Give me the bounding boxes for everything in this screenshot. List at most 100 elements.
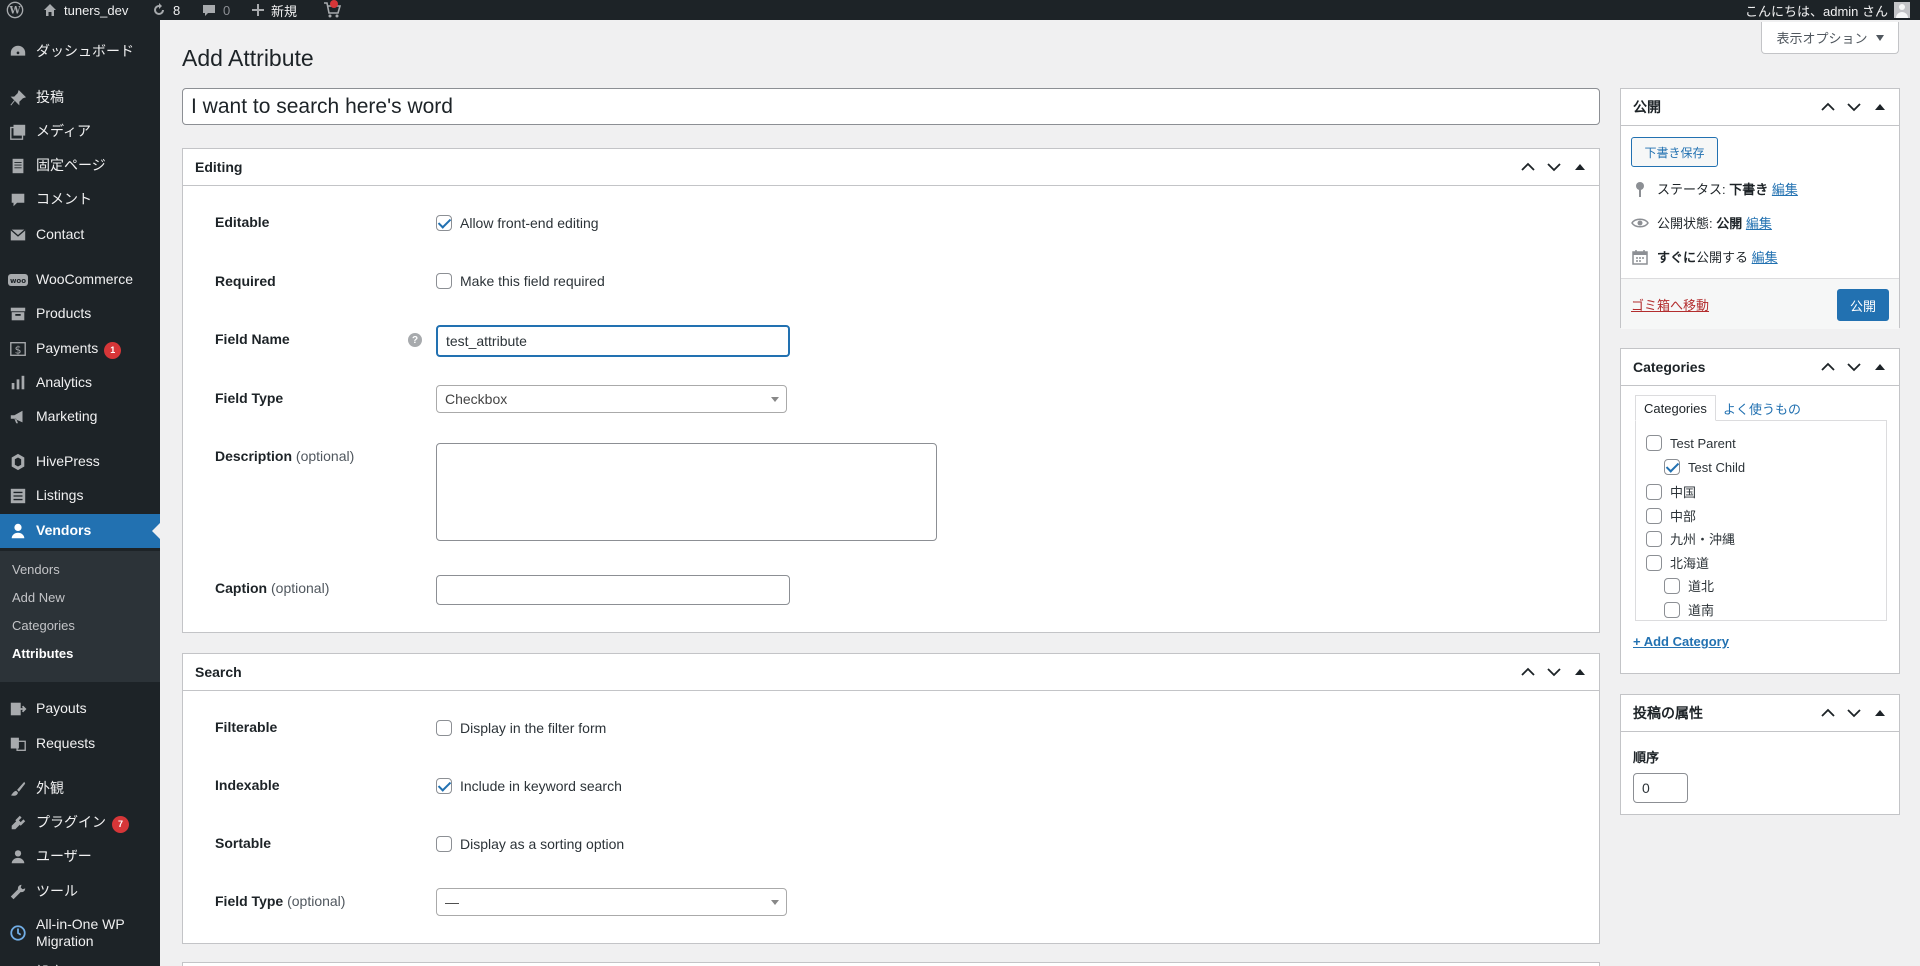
menu-tools[interactable]: ツール xyxy=(0,875,160,909)
calendar-icon xyxy=(1631,249,1649,265)
filterable-checkbox[interactable] xyxy=(436,720,452,736)
hive-icon xyxy=(0,453,36,471)
required-checkbox[interactable] xyxy=(436,273,452,289)
category-checkbox[interactable] xyxy=(1664,459,1680,475)
menu-woocommerce[interactable]: woo WooCommerce xyxy=(0,263,160,297)
new-content-link[interactable]: 新規 xyxy=(251,0,297,20)
toggle-panel-icon[interactable] xyxy=(1869,96,1891,118)
move-up-icon[interactable] xyxy=(1517,156,1539,178)
menu-all-in-one-migration[interactable]: All-in-One WP Migration xyxy=(0,912,160,954)
post-attributes-title: 投稿の属性 xyxy=(1633,705,1703,721)
comment-icon xyxy=(0,191,36,209)
my-account-link[interactable]: こんにちは、admin さん xyxy=(1745,0,1911,20)
tab-all-categories[interactable]: Categories xyxy=(1635,395,1716,421)
woocommerce-cart-icon[interactable] xyxy=(322,0,342,20)
order-input[interactable]: 0 xyxy=(1633,773,1688,803)
search-postbox: Search Filterable Display in the filter … xyxy=(182,653,1600,944)
menu-plugins[interactable]: プラグイン 7 xyxy=(0,806,160,840)
move-down-icon[interactable] xyxy=(1543,661,1565,683)
submenu-add-new[interactable]: Add New xyxy=(12,590,65,605)
updates-link[interactable]: 8 xyxy=(151,0,180,20)
menu-payouts[interactable]: Payouts xyxy=(0,692,160,726)
move-up-icon[interactable] xyxy=(1817,702,1839,724)
caption-input[interactable] xyxy=(436,575,790,605)
svg-text:W: W xyxy=(8,6,21,17)
menu-marketing[interactable]: Marketing xyxy=(0,400,160,434)
wordpress-logo-icon[interactable]: W xyxy=(6,0,24,20)
field-name-input[interactable]: test_attribute xyxy=(436,325,790,357)
publish-button[interactable]: 公開 xyxy=(1837,289,1889,321)
next-postbox xyxy=(182,962,1600,966)
menu-settings[interactable]: 設定 xyxy=(0,956,160,966)
category-item[interactable]: Test Child xyxy=(1664,459,1745,475)
menu-posts[interactable]: 投稿 xyxy=(0,81,160,115)
move-down-icon[interactable] xyxy=(1843,356,1865,378)
save-draft-button[interactable]: 下書き保存 xyxy=(1631,137,1718,167)
field-type-label: Field Type xyxy=(215,390,284,406)
menu-dashboard[interactable]: ダッシュボード xyxy=(0,35,160,69)
screen-options-button[interactable]: 表示オプション xyxy=(1761,22,1899,54)
menu-analytics[interactable]: Analytics xyxy=(0,366,160,400)
category-checkbox[interactable] xyxy=(1646,483,1662,500)
edit-visibility-link[interactable]: 編集 xyxy=(1746,216,1772,231)
menu-requests[interactable]: Requests xyxy=(0,727,160,761)
edit-status-link[interactable]: 編集 xyxy=(1772,182,1798,197)
menu-products[interactable]: Products xyxy=(0,297,160,331)
submenu-categories[interactable]: Categories xyxy=(12,618,75,633)
menu-media[interactable]: メディア xyxy=(0,115,160,149)
category-item[interactable]: 北海道 xyxy=(1646,553,1709,572)
move-up-icon[interactable] xyxy=(1817,356,1839,378)
site-name-link[interactable]: tuners_dev xyxy=(42,0,128,20)
category-checkbox[interactable] xyxy=(1646,507,1662,524)
toggle-panel-icon[interactable] xyxy=(1869,356,1891,378)
help-icon[interactable]: ? xyxy=(408,333,422,347)
sortable-checkbox[interactable] xyxy=(436,836,452,852)
submenu-vendors[interactable]: Vendors xyxy=(12,562,60,577)
submenu-attributes[interactable]: Attributes xyxy=(12,646,73,661)
menu-pages[interactable]: 固定ページ xyxy=(0,149,160,183)
category-item[interactable]: 中部 xyxy=(1646,506,1696,525)
edit-schedule-link[interactable]: 編集 xyxy=(1752,250,1778,265)
menu-appearance[interactable]: 外観 xyxy=(0,772,160,806)
move-up-icon[interactable] xyxy=(1817,96,1839,118)
toggle-panel-icon[interactable] xyxy=(1569,661,1591,683)
category-item[interactable]: 九州・沖縄 xyxy=(1646,529,1735,548)
menu-listings[interactable]: Listings xyxy=(0,479,160,513)
menu-payments[interactable]: $ Payments 1 xyxy=(0,332,160,366)
move-down-icon[interactable] xyxy=(1843,96,1865,118)
category-item[interactable]: 道南 xyxy=(1664,600,1714,619)
payout-icon xyxy=(0,700,36,718)
move-down-icon[interactable] xyxy=(1543,156,1565,178)
category-checkbox[interactable] xyxy=(1646,530,1662,547)
move-to-trash-link[interactable]: ゴミ箱へ移動 xyxy=(1631,295,1709,314)
toggle-panel-icon[interactable] xyxy=(1569,156,1591,178)
toggle-panel-icon[interactable] xyxy=(1869,702,1891,724)
menu-users[interactable]: ユーザー xyxy=(0,840,160,874)
menu-contact[interactable]: Contact xyxy=(0,218,160,252)
indexable-checkbox[interactable] xyxy=(436,778,452,794)
indexable-label: Indexable xyxy=(215,777,280,793)
updates-count: 8 xyxy=(173,2,181,18)
category-checkbox[interactable] xyxy=(1664,577,1680,594)
move-down-icon[interactable] xyxy=(1843,702,1865,724)
category-checkbox[interactable] xyxy=(1646,435,1662,451)
add-category-link[interactable]: + Add Category xyxy=(1633,634,1729,649)
menu-vendors[interactable]: Vendors xyxy=(0,514,160,548)
post-title-input[interactable]: I want to search here's word xyxy=(182,88,1600,125)
move-up-icon[interactable] xyxy=(1517,661,1539,683)
category-checkbox[interactable] xyxy=(1664,601,1680,618)
category-item[interactable]: Test Parent xyxy=(1646,435,1736,451)
menu-hivepress[interactable]: HivePress xyxy=(0,445,160,479)
category-checkbox[interactable] xyxy=(1646,554,1662,571)
menu-comments[interactable]: コメント xyxy=(0,183,160,217)
comments-link[interactable]: 0 xyxy=(201,0,230,20)
description-textarea[interactable] xyxy=(436,443,937,541)
search-field-type-select[interactable]: — xyxy=(436,888,787,916)
eye-icon xyxy=(1631,217,1649,229)
field-type-select[interactable]: Checkbox xyxy=(436,385,787,413)
editable-checkbox[interactable] xyxy=(436,215,452,231)
svg-text:woo: woo xyxy=(10,277,26,285)
category-item[interactable]: 道北 xyxy=(1664,576,1714,595)
tab-most-used[interactable]: よく使うもの xyxy=(1715,395,1809,421)
category-item[interactable]: 中国 xyxy=(1646,482,1696,501)
